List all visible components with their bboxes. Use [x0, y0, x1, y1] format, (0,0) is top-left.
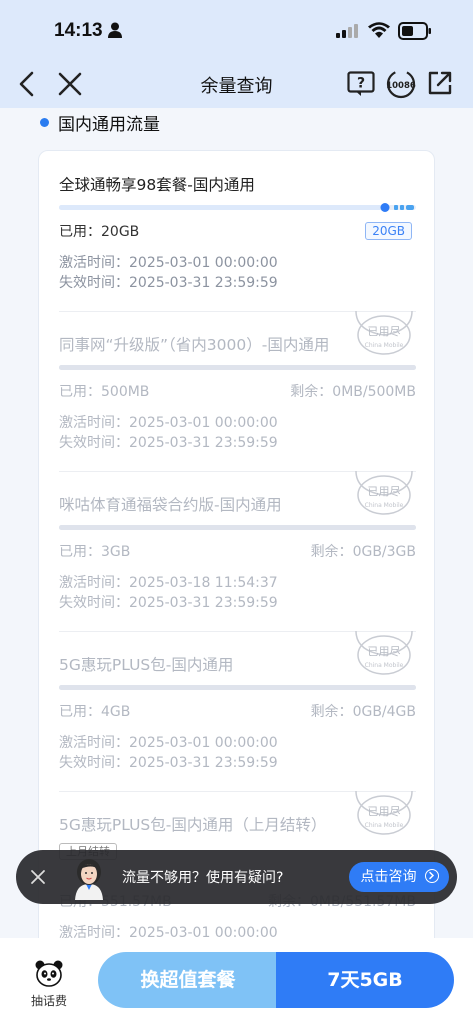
used-amount: 已用：500MB — [59, 384, 150, 400]
package-name: 5G惠玩PLUS包-国内通用 — [59, 656, 234, 674]
activate-time: 激活时间：2025-03-01 00:00:00 — [59, 735, 278, 751]
consult-button-label: 点击咨询 — [360, 869, 417, 885]
nav-bar: 余量查询 ? 10086 — [0, 60, 473, 108]
chevron-right-icon — [425, 869, 439, 883]
section-dot — [40, 118, 49, 127]
person-icon — [108, 22, 122, 38]
usage-bar-fill — [59, 365, 416, 370]
status-bar: 14:13 — [0, 0, 473, 60]
section-title: 国内通用流量 — [58, 115, 160, 135]
switch-plan-button[interactable]: 换超值套餐 — [98, 952, 278, 1008]
remaining-amount: 剩余：0GB/3GB — [310, 544, 416, 560]
share-icon[interactable] — [427, 70, 453, 96]
package-item[interactable]: 咪咕体育通福袋合约版-国内通用 已用：3GB 剩余：0GB/3GB 激活时间：2… — [59, 493, 416, 613]
lottery-entry[interactable]: 抽话费 — [24, 960, 74, 1016]
signal-icon — [336, 24, 358, 38]
customer-service-icon[interactable]: 10086 — [385, 68, 417, 100]
bottom-action-bar: 抽话费 换超值套餐 7天5GB — [0, 938, 473, 1024]
usage-bar — [59, 685, 416, 690]
usage-indicator-icon — [380, 203, 414, 212]
close-icon[interactable] — [28, 867, 48, 887]
usage-bar-fill — [59, 205, 388, 210]
usage-bar — [59, 365, 416, 370]
package-name: 全球通畅享98套餐-国内通用 — [59, 176, 255, 194]
remaining-amount: 剩余：0MB/500MB — [290, 384, 416, 400]
activate-time: 激活时间：2025-03-01 00:00:00 — [59, 415, 278, 431]
package-name: 5G惠玩PLUS包-国内通用（上月结转） — [59, 816, 327, 834]
activate-time: 激活时间：2025-03-01 00:00:00 — [59, 925, 278, 938]
usage-bar — [59, 525, 416, 530]
svg-text:?: ? — [357, 76, 365, 92]
activate-time: 激活时间：2025-03-01 00:00:00 — [59, 255, 278, 271]
expire-time: 失效时间：2025-03-31 23:59:59 — [59, 275, 278, 291]
status-time: 14:13 — [54, 20, 103, 41]
activate-time: 激活时间：2025-03-18 11:54:37 — [59, 575, 278, 591]
expire-time: 失效时间：2025-03-31 23:59:59 — [59, 435, 278, 451]
panda-icon — [35, 960, 63, 987]
used-amount: 已用：20GB — [59, 224, 140, 240]
used-badge: 20GB — [365, 222, 412, 240]
agent-avatar-icon — [75, 859, 103, 900]
lottery-label: 抽话费 — [30, 994, 67, 1008]
remaining-amount: 剩余：0GB/4GB — [310, 704, 416, 720]
wifi-icon — [368, 22, 390, 38]
buy-data-pack-button[interactable]: 7天5GB — [276, 952, 454, 1008]
package-name: 同事网“升级版”（省内3000）-国内通用 — [59, 336, 330, 354]
usage-bar-fill — [59, 685, 416, 690]
package-card: 全球通畅享98套餐-国内通用 已用：20GB 20GB 激活时间：2025-03… — [38, 150, 435, 938]
expire-time: 失效时间：2025-03-31 23:59:59 — [59, 595, 278, 611]
package-item[interactable]: 5G惠玩PLUS包-国内通用 已用：4GB 剩余：0GB/4GB 激活时间：20… — [59, 653, 416, 773]
consult-banner: 流量不够用？使用有疑问? 点击咨询 — [16, 850, 457, 904]
package-name: 咪咕体育通福袋合约版-国内通用 — [59, 496, 282, 514]
usage-bar — [59, 205, 416, 210]
used-amount: 已用：3GB — [59, 544, 131, 560]
consult-button[interactable]: 点击咨询 — [348, 862, 449, 892]
battery-icon — [398, 22, 431, 40]
package-item[interactable]: 同事网“升级版”（省内3000）-国内通用 已用：500MB 剩余：0MB/50… — [59, 333, 416, 453]
used-amount: 已用：4GB — [59, 704, 131, 720]
help-icon[interactable]: ? — [347, 71, 375, 97]
service-label: 10086 — [386, 81, 416, 91]
banner-text: 流量不够用？使用有疑问? — [122, 870, 284, 886]
expire-time: 失效时间：2025-03-31 23:59:59 — [59, 755, 278, 771]
package-item[interactable]: 全球通畅享98套餐-国内通用 已用：20GB 20GB 激活时间：2025-03… — [59, 173, 416, 293]
usage-bar-fill — [59, 525, 416, 530]
content-area[interactable]: 国内通用流量 全球通畅享98套餐-国内通用 已用：20GB 20GB 激活时间：… — [0, 108, 473, 938]
